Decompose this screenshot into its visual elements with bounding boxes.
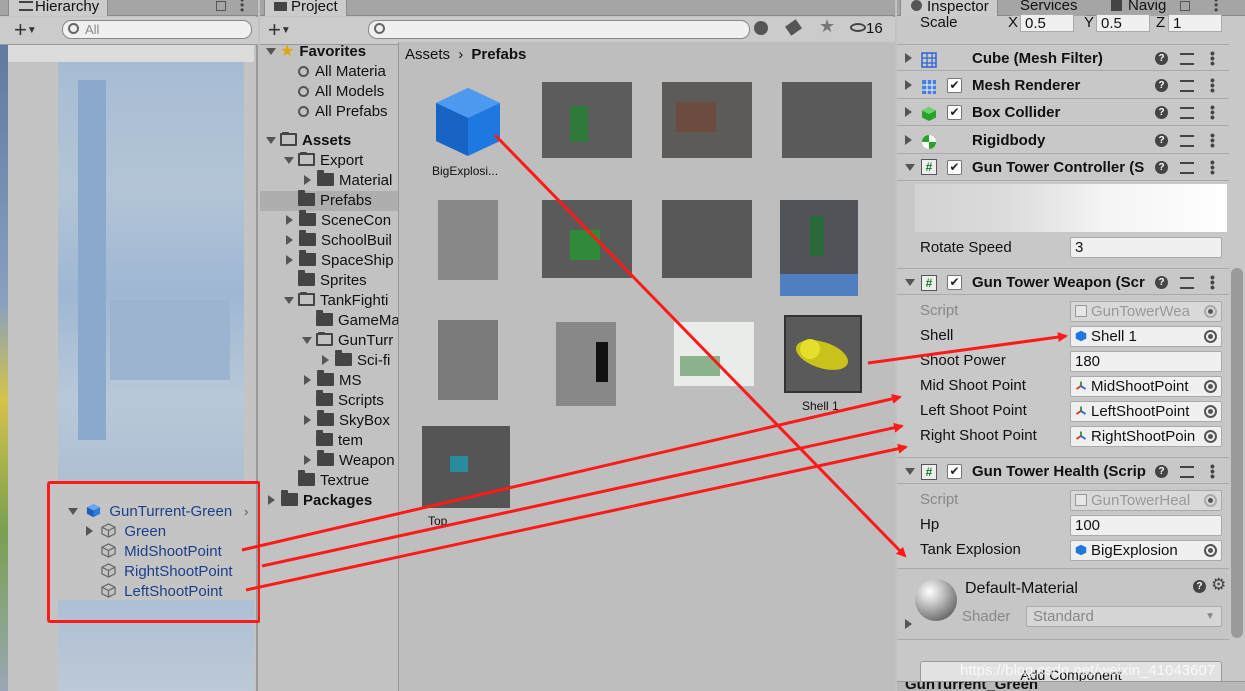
annotation-arrow-right — [261, 422, 904, 568]
annotation-arrow-mid — [241, 393, 902, 552]
annotation-arrows — [241, 133, 1068, 592]
annotation-arrow-left — [245, 443, 908, 592]
annotation-arrow-shell — [867, 332, 1068, 365]
